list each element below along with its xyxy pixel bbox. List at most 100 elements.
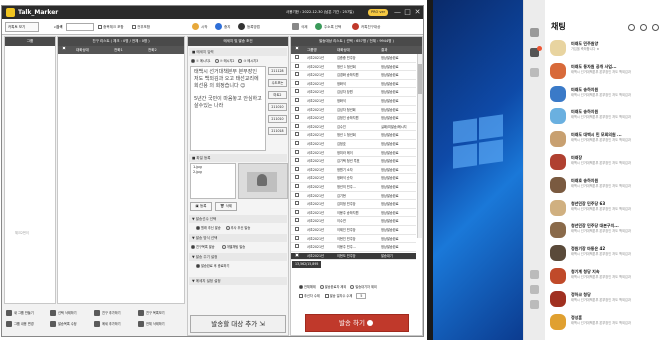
- chat-list-item[interactable]: 미래호 송하지원 태백시 선거대책본부 본부장인 저도 백외김과: [545, 174, 664, 196]
- method-individual[interactable]: 개별채팅 발송: [221, 244, 245, 249]
- table-row[interactable]: 서초2021년 김미정 민주당 정상발송완료: [291, 201, 416, 209]
- table-row[interactable]: 서초2021년 정화석 정상발송완료: [291, 80, 416, 89]
- table-row[interactable]: 서초2021년 김정호 정상발송완료: [291, 141, 416, 149]
- stop-button[interactable]: 중지: [215, 22, 230, 32]
- send-day-option[interactable]: 발송 일자수 수제: [324, 293, 352, 298]
- chat-list-item[interactable]: 청기계 청당 지속 태백시 선거대책본부 본부장인 저도 백외김과: [545, 265, 664, 287]
- method-friend-list[interactable]: 친구목록 발송: [191, 244, 215, 249]
- search-icon[interactable]: [628, 24, 635, 31]
- table-row[interactable]: 서초2021년 김정진 송하지원 정상발송완료: [291, 115, 416, 123]
- screen: Talk_Marker 사용기한 : 2022-12-30 (남은 기간 : 2…: [0, 0, 664, 340]
- message1-radio[interactable]: ① 메시지1: [191, 58, 211, 63]
- count-input[interactable]: 5: [356, 293, 367, 299]
- more-icon[interactable]: [530, 68, 539, 77]
- emoji-icon[interactable]: [530, 270, 539, 279]
- chat-list-item[interactable]: 미래장 태백시 선거대책본부 본부장인 저도 백외김과: [545, 151, 664, 173]
- table-row[interactable]: 서초2021년 청년의 민주... 정상발송완료: [291, 184, 416, 192]
- code-button-1[interactable]: 211128: [268, 67, 287, 75]
- exclude-wait-option[interactable]: 발송대기자 제외: [350, 284, 377, 289]
- chat-list-item[interactable]: 미래도 민주원양 가입을 축하합니다 ★: [545, 37, 664, 59]
- check-dup-option[interactable]: 중복체크 포함: [98, 22, 124, 32]
- bell-icon[interactable]: [530, 285, 539, 294]
- table-row[interactable]: 서초2021년 이현진 민주당 정상발송완료: [291, 235, 416, 244]
- table-row[interactable]: 서초2021년 청년 1 청년회 정상발송완료: [291, 132, 416, 140]
- table-row[interactable]: 서초2021년 이현도 민주당 발송대기: [291, 252, 416, 261]
- exclude-sent-option[interactable]: 발송완료자 제외: [319, 284, 346, 289]
- minimize-button[interactable]: —: [393, 7, 402, 18]
- delete-button[interactable]: 삭제: [292, 22, 307, 32]
- maximize-button[interactable]: □: [403, 7, 412, 18]
- table-row[interactable]: 서초2021년 김기택 청년 투표 정상발송완료: [291, 158, 416, 166]
- table-row[interactable]: 서초2021년 김종중 민주당 정상발송완료: [291, 55, 416, 63]
- chat-list-item[interactable]: 미래도 동자원 공개 사업... 태백시 선거대책본부 본부장인 저도 백외김과: [545, 60, 664, 82]
- table-row[interactable]: 서초2021년 김성자 당원 정상발송완료: [291, 89, 416, 97]
- code-button-2[interactable]: 수도보는: [268, 79, 287, 87]
- send-stop-icon: [367, 320, 374, 326]
- bottom-action-button[interactable]: 새 그룹 만들기: [6, 309, 34, 318]
- bottom-action-button[interactable]: 친구 목록보기: [138, 309, 165, 318]
- message2-radio[interactable]: ② 메시지2: [214, 58, 234, 63]
- file-add-button[interactable]: ▣ 등록: [190, 202, 212, 211]
- check-all-option[interactable]: 전부포함: [132, 22, 150, 32]
- send-option-original[interactable]: 원래 추신 발송: [196, 225, 221, 230]
- chat-list-item[interactable]: 정원기장 마동은 42 태백시 선거대책본부 본부장인 저도 백외김과: [545, 242, 664, 264]
- close-button[interactable]: ✕: [413, 7, 422, 18]
- address-select-button[interactable]: 주소록 선택: [315, 22, 341, 32]
- bottom-action-button[interactable]: 발송목록 수정: [50, 320, 77, 329]
- code-button-5[interactable]: 211010: [268, 115, 287, 123]
- friend-target-button[interactable]: 카톡친구대상: [352, 22, 380, 32]
- cell-group: 서초2021년: [307, 236, 324, 241]
- table-row[interactable]: 서초2021년 이봉주 민주... 정상발송완료: [291, 244, 416, 252]
- table-row[interactable]: 서초2021년 김수진 실패/미발송/메시지: [291, 123, 416, 132]
- code-button-4[interactable]: 211010: [268, 103, 287, 111]
- scroll-thumb[interactable]: [418, 64, 422, 94]
- message-textarea[interactable]: 태백시 선거대책본부 본부장인 저도 백외김과 오고 태선교리에 회선용 의 회…: [190, 66, 266, 151]
- file-item[interactable]: 2.jpg: [193, 170, 233, 175]
- interval-value[interactable]: 발송완료 후 종료하기: [196, 263, 229, 268]
- table-row[interactable]: 서초2021년 이봉주 송하지원 정상발송완료: [291, 209, 416, 218]
- start-button[interactable]: 시작: [192, 22, 207, 32]
- chat-list-item[interactable]: 정성훈 태백시 선거대책본부 본부장인 저도 백외김과: [545, 311, 664, 333]
- send-button[interactable]: 발송 하기: [305, 314, 409, 332]
- table-row[interactable]: 서초2021년 청년 1 청년회 정상발송완료: [291, 63, 416, 72]
- add-target-button[interactable]: 발송할 대상 추가 ⇲: [190, 315, 286, 333]
- send-option-extra[interactable]: 추사 추신 발송: [225, 225, 250, 230]
- bottom-action-button[interactable]: 그룹 내용 변경: [6, 320, 34, 329]
- bottom-action-button[interactable]: 선택 삭제하기: [50, 309, 77, 318]
- table-row[interactable]: 서초2021년 정원기 소자 정상발송완료: [291, 166, 416, 175]
- search-input[interactable]: [66, 23, 94, 31]
- chat-list-item[interactable]: 청년민장 민주당 대본구지... 태백시 선거대책본부 본부장인 저도 백외김과: [545, 219, 664, 241]
- deselect-all-option[interactable]: 전체해제: [299, 284, 316, 289]
- send-list-panel: 발송대상 리스트 ( 선택 : 657명 / 전체 : 9944명 ) 그룹명 …: [290, 36, 423, 336]
- cell-result: 정상발송완료: [381, 107, 399, 112]
- code-button-3[interactable]: 마트2: [268, 91, 287, 99]
- bottom-action-button[interactable]: 메세 추가하기: [94, 320, 121, 329]
- table-row[interactable]: 서초2021년 정화석 정상발송완료: [291, 98, 416, 106]
- table-row[interactable]: 서초2021년 이제인 민주당 정상발송완료: [291, 227, 416, 235]
- new-chat-icon[interactable]: [640, 24, 647, 31]
- chat-list-item[interactable]: 청년민장 민주당 63 태백시 선거대책본부 본부장인 저도 백외김과: [545, 197, 664, 219]
- receiver-count-option[interactable]: 추신자 수제: [299, 293, 320, 298]
- table-row[interactable]: 서초2021년 김기현 정상발송완료: [291, 192, 416, 201]
- gear-icon[interactable]: [530, 300, 539, 309]
- message3-radio[interactable]: ③ 메시지3: [238, 58, 258, 63]
- file-delete-button[interactable]: 🗑 삭제: [215, 202, 237, 211]
- chat-list-item[interactable]: 미래도 송하지원 태백시 선거대책본부 본부장인 저도 백외김과: [545, 105, 664, 127]
- chat-list-item[interactable]: 미래도 송하지원 태백시 선거대책본부 본부장인 저도 백외김과: [545, 83, 664, 105]
- table-row[interactable]: 서초2021년 김성자 청년회 정상발송완료: [291, 106, 416, 115]
- contact-view-button[interactable]: 카톡토 보기: [5, 22, 39, 32]
- file-list[interactable]: 1.jpg 2.jpg: [190, 163, 236, 199]
- table-row[interactable]: 서초2021년 이수연 정상발송완료: [291, 218, 416, 226]
- code-button-6[interactable]: 211018: [268, 127, 287, 135]
- register-method-button[interactable]: 등록방법: [238, 22, 260, 32]
- bottom-action-button[interactable]: 전체 삭제하기: [138, 320, 165, 329]
- send-list-scrollbar[interactable]: [417, 54, 422, 238]
- bottom-action-button[interactable]: 친구 추가하기: [94, 309, 121, 318]
- table-row[interactable]: 서초2021년 정미라 메이 정상발송완료: [291, 149, 416, 158]
- table-row[interactable]: 서초2021년 김경화 송하지원 정상발송완료: [291, 72, 416, 80]
- friends-icon[interactable]: [530, 28, 539, 37]
- table-row[interactable]: 서초2021년 정화석 순자 정상발송완료: [291, 175, 416, 183]
- chat-list-item[interactable]: 정하코 청당 태백시 선거대책본부 본부장인 저도 백외김과: [545, 288, 664, 310]
- menu-icon[interactable]: [652, 24, 659, 31]
- chat-list-item[interactable]: 미래도 대백시 민 모회의원 ... 태백시 선거대책본부 본부장인 저도 백외김…: [545, 128, 664, 150]
